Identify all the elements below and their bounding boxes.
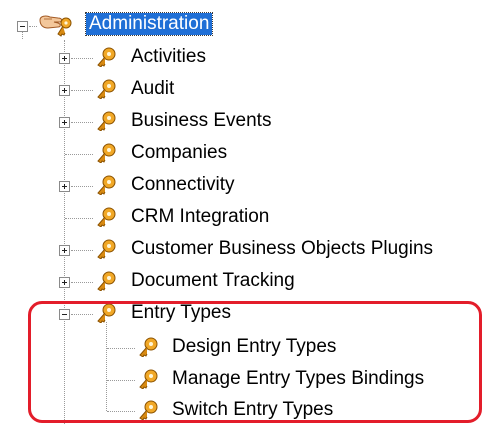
tree-guide-line bbox=[71, 90, 93, 91]
hand-key-icon bbox=[39, 15, 72, 37]
tree-node-label[interactable]: Administration bbox=[84, 12, 214, 36]
tree-guide-line bbox=[71, 122, 93, 123]
tree-node-label[interactable]: Business Events bbox=[131, 110, 271, 132]
key-icon bbox=[97, 79, 116, 99]
tree-guide-line bbox=[71, 186, 93, 187]
key-icon bbox=[97, 239, 116, 259]
expand-toggle[interactable] bbox=[59, 181, 70, 192]
tree-node-document-tracking[interactable]: Document Tracking bbox=[0, 265, 484, 297]
tree-node-label[interactable]: Manage Entry Types Bindings bbox=[172, 368, 424, 390]
tree-node-design-entry-types[interactable]: Design Entry Types bbox=[0, 331, 484, 363]
tree-node-connectivity[interactable]: Connectivity bbox=[0, 169, 484, 201]
key-icon bbox=[97, 47, 116, 67]
tree-node-manage-entry-types-bindings[interactable]: Manage Entry Types Bindings bbox=[0, 363, 484, 395]
tree-node-label[interactable]: Companies bbox=[131, 142, 227, 164]
expand-toggle[interactable] bbox=[59, 117, 70, 128]
tree-node-label[interactable]: Activities bbox=[131, 46, 206, 68]
tree-node-label[interactable]: CRM Integration bbox=[131, 206, 269, 228]
expand-toggle[interactable] bbox=[59, 85, 70, 96]
tree-node-label[interactable]: Connectivity bbox=[131, 174, 235, 196]
tree-node-activities[interactable]: Activities bbox=[0, 41, 484, 73]
key-icon bbox=[97, 143, 116, 163]
tree-node-switch-entry-types[interactable]: Switch Entry Types bbox=[0, 394, 484, 426]
tree-guide-line bbox=[71, 58, 93, 59]
tree-node-administration[interactable]: Administration bbox=[0, 8, 484, 40]
tree-guide-line bbox=[107, 348, 135, 349]
tree-node-label[interactable]: Entry Types bbox=[131, 302, 231, 324]
tree-guide-line bbox=[71, 250, 93, 251]
key-icon bbox=[139, 337, 158, 357]
tree-guide-line bbox=[107, 380, 135, 381]
key-icon bbox=[97, 111, 116, 131]
tree-node-label[interactable]: Audit bbox=[131, 78, 174, 100]
tree-guide-line bbox=[107, 411, 135, 412]
key-icon bbox=[139, 369, 158, 389]
expand-toggle[interactable] bbox=[59, 245, 70, 256]
tree-node-label[interactable]: Document Tracking bbox=[131, 270, 295, 292]
expand-toggle[interactable] bbox=[59, 277, 70, 288]
tree-guide-line bbox=[71, 314, 93, 315]
tree-node-label[interactable]: Design Entry Types bbox=[172, 336, 336, 358]
tree-guide-line bbox=[71, 282, 93, 283]
tree-node-companies[interactable]: Companies bbox=[0, 137, 484, 169]
collapse-toggle[interactable] bbox=[17, 21, 28, 32]
key-icon bbox=[97, 207, 116, 227]
key-icon bbox=[97, 303, 116, 323]
tree-node-business-events[interactable]: Business Events bbox=[0, 105, 484, 137]
tree-node-audit[interactable]: Audit bbox=[0, 73, 484, 105]
collapse-toggle[interactable] bbox=[59, 309, 70, 320]
tree-guide-line bbox=[65, 218, 93, 219]
tree-node-entry-types[interactable]: Entry Types bbox=[0, 297, 484, 329]
tree-node-crm-integration[interactable]: CRM Integration bbox=[0, 201, 484, 233]
tree-node-customer-business-objects-plugins[interactable]: Customer Business Objects Plugins bbox=[0, 233, 484, 265]
key-icon bbox=[97, 175, 116, 195]
tree-node-label[interactable]: Customer Business Objects Plugins bbox=[131, 238, 433, 260]
tree-node-label[interactable]: Switch Entry Types bbox=[172, 399, 333, 421]
expand-toggle[interactable] bbox=[59, 53, 70, 64]
key-icon bbox=[139, 400, 158, 420]
tree-guide-line bbox=[65, 154, 93, 155]
key-icon bbox=[97, 271, 116, 291]
tree-view: Administration Activities Audit Business… bbox=[0, 0, 484, 424]
